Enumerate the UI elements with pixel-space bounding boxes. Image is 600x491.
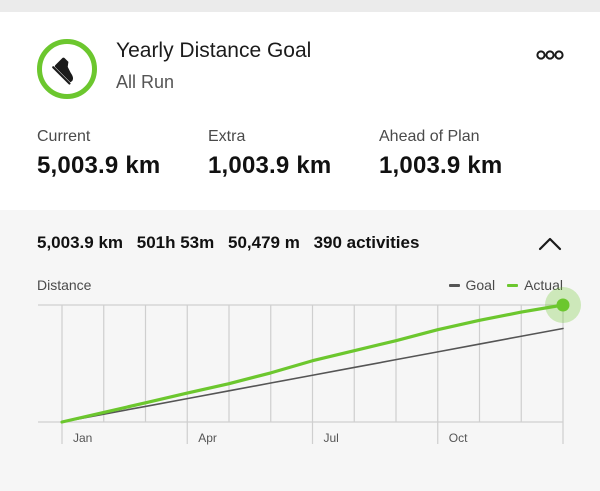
- running-shoe-icon: [37, 39, 97, 99]
- stat-label: Ahead of Plan: [379, 128, 480, 145]
- x-tick-label: Oct: [449, 431, 468, 445]
- more-options-icon[interactable]: [536, 48, 564, 62]
- goal-card: Yearly Distance Goal All Run Current 5,0…: [0, 12, 600, 210]
- distance-chart: Jan Apr Jul Oct: [38, 287, 581, 445]
- stat-value: 1,003.9 km: [208, 152, 332, 179]
- x-tick-label: Jan: [73, 431, 92, 445]
- activity-type-label: All Run: [116, 72, 175, 92]
- page-title: Yearly Distance Goal: [116, 39, 312, 62]
- stat-current: Current 5,003.9 km: [37, 128, 160, 180]
- stat-value: 5,003.9 km: [37, 152, 161, 179]
- stat-extra: Extra 1,003.9 km: [208, 128, 331, 180]
- x-tick-label: Apr: [198, 431, 217, 445]
- stat-label: Current: [37, 128, 91, 145]
- x-tick-label: Jul: [324, 431, 339, 445]
- current-point-marker: [556, 298, 570, 312]
- stat-ahead-of-plan: Ahead of Plan 1,003.9 km: [379, 128, 502, 180]
- stat-value: 1,003.9 km: [379, 152, 503, 179]
- progress-panel: 5,003.9 km 501h 53m 50,479 m 390 activit…: [0, 210, 600, 491]
- stat-label: Extra: [208, 128, 246, 145]
